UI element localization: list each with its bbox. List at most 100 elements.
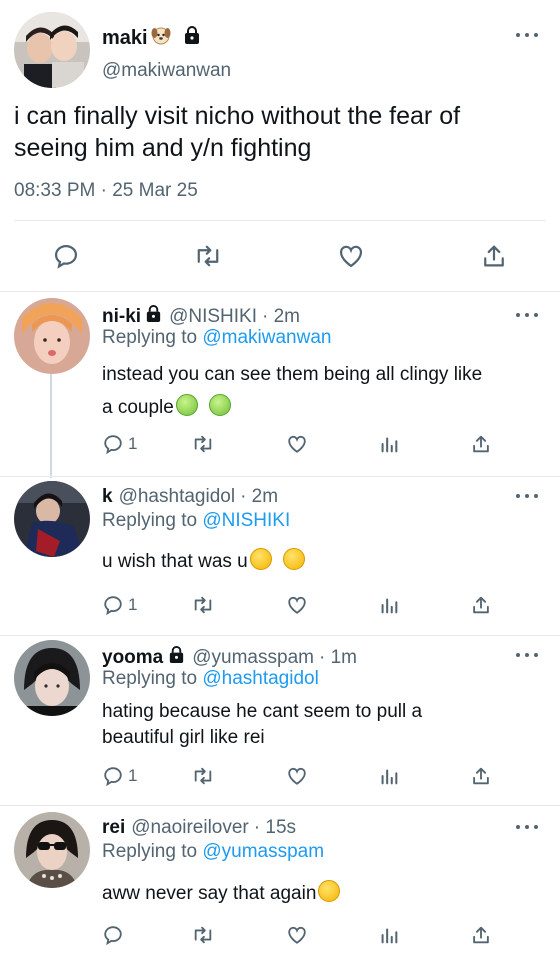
divider <box>0 635 560 636</box>
like-icon <box>288 926 306 944</box>
analytics-button[interactable] <box>378 433 400 455</box>
reply-text-line: instead you can see them being all cling… <box>102 364 483 385</box>
retweet-icon <box>194 926 212 944</box>
reply-header: k @hashtagidol · 2m <box>102 486 278 508</box>
joy-emoji-icon <box>249 548 272 570</box>
main-reply-button[interactable] <box>52 242 80 270</box>
analytics-icon <box>381 437 398 453</box>
thread-line <box>50 374 52 478</box>
divider <box>14 220 546 221</box>
reply-time: · 2m <box>261 305 300 327</box>
reply-author-handle[interactable]: @NISHIKI <box>169 306 257 328</box>
reply-author-handle[interactable]: @yumasspam <box>192 647 314 669</box>
more-icon[interactable] <box>516 313 538 319</box>
reply-icon <box>104 926 122 946</box>
lock-icon <box>144 304 163 329</box>
reply-avatar[interactable] <box>14 298 90 374</box>
replying-to-link[interactable]: @NISHIKI <box>202 510 290 531</box>
analytics-button[interactable] <box>378 594 400 616</box>
reply-author-handle[interactable]: @hashtagidol <box>119 486 235 508</box>
reply-text: instead you can see them being all cling… <box>102 358 552 424</box>
divider <box>0 291 560 292</box>
main-tweet-text-line: i can finally visit nicho without the fe… <box>14 102 461 130</box>
reply-count: 1 <box>128 595 138 614</box>
analytics-icon <box>381 928 398 944</box>
analytics-button[interactable] <box>378 765 400 787</box>
share-button[interactable] <box>470 924 492 946</box>
reply-time: · 2m <box>240 486 279 507</box>
reply-icon <box>54 244 78 269</box>
retweet-icon <box>194 767 212 785</box>
replying-to-link[interactable]: @makiwanwan <box>202 327 331 348</box>
reply-text: u wish that was u <box>102 548 306 573</box>
replying-to-prefix: Replying to <box>102 327 198 348</box>
main-share-button[interactable] <box>480 242 508 270</box>
reply-button[interactable]: 1 <box>102 765 137 787</box>
reply-count: 1 <box>128 434 138 453</box>
retweet-button[interactable] <box>190 924 216 946</box>
retweet-button[interactable] <box>190 765 216 787</box>
smile-emoji-icon <box>318 880 341 902</box>
reply-text-line: hating because he cant seem to pull a <box>102 701 423 722</box>
reply-icon <box>104 767 122 787</box>
retweet-button[interactable] <box>190 594 216 616</box>
reply-time: · 15s <box>253 817 297 838</box>
reply-button[interactable]: 1 <box>102 433 137 455</box>
share-icon <box>473 767 489 785</box>
replying-to: Replying to @makiwanwan <box>102 327 331 349</box>
main-author-handle[interactable]: @makiwanwan <box>102 60 231 82</box>
main-author-name[interactable]: maki <box>102 27 148 50</box>
reply-text: hating because he cant seem to pull a be… <box>102 699 552 751</box>
reply-author-name[interactable]: rei <box>102 817 125 839</box>
lock-icon <box>182 25 202 51</box>
reply-text-line-2: a couple <box>102 391 552 424</box>
like-button[interactable] <box>285 924 309 946</box>
retweet-button[interactable] <box>190 433 216 455</box>
share-button[interactable] <box>470 765 492 787</box>
reply-button[interactable]: 1 <box>102 594 137 616</box>
main-author-avatar[interactable] <box>14 12 90 88</box>
reply-author-name[interactable]: ni-ki <box>102 306 141 328</box>
reply-avatar[interactable] <box>14 812 90 888</box>
retweet-icon <box>197 245 219 267</box>
replying-to-link[interactable]: @hashtagidol <box>202 668 318 689</box>
reply-button[interactable] <box>102 924 124 946</box>
more-icon[interactable] <box>516 33 538 39</box>
like-button[interactable] <box>285 433 309 455</box>
replying-to: Replying to @NISHIKI <box>102 510 290 532</box>
analytics-icon <box>381 769 398 785</box>
like-button[interactable] <box>285 594 309 616</box>
reply-time: · 1m <box>318 646 357 668</box>
reply-header: ni-ki @NISHIKI · 2m <box>102 304 300 329</box>
analytics-icon <box>381 598 398 614</box>
retweet-icon <box>194 596 212 614</box>
replying-to-prefix: Replying to <box>102 668 198 689</box>
main-tweet-text: i can finally visit nicho without the fe… <box>14 100 554 164</box>
reply-author-name[interactable]: yooma <box>102 647 163 669</box>
reply-icon <box>104 435 122 455</box>
lock-icon <box>167 645 186 670</box>
reply-text-span: aww never say that again <box>102 883 317 904</box>
reply-author-name[interactable]: k <box>102 486 113 508</box>
share-button[interactable] <box>470 594 492 616</box>
joy-emoji-icon <box>283 548 306 570</box>
like-button[interactable] <box>285 765 309 787</box>
replying-to-link[interactable]: @yumasspam <box>202 841 324 862</box>
reply-count: 1 <box>128 766 138 785</box>
replying-to-prefix: Replying to <box>102 510 198 531</box>
main-like-button[interactable] <box>336 242 366 270</box>
main-retweet-button[interactable] <box>193 242 223 270</box>
main-tweet-timestamp: 08:33 PM · 25 Mar 25 <box>14 180 198 201</box>
reply-author-handle[interactable]: @naoireilover <box>131 817 249 839</box>
analytics-button[interactable] <box>378 924 400 946</box>
retweet-icon <box>194 435 212 453</box>
more-icon[interactable] <box>516 653 538 659</box>
reply-avatar[interactable] <box>14 640 90 716</box>
replying-to: Replying to @hashtagidol <box>102 668 319 690</box>
reply-header: yooma @yumasspam · 1m <box>102 645 357 670</box>
more-icon[interactable] <box>516 825 538 831</box>
reply-avatar[interactable] <box>14 481 90 557</box>
nauseated-face-emoji-icon <box>175 394 198 416</box>
share-button[interactable] <box>470 433 492 455</box>
more-icon[interactable] <box>516 494 538 500</box>
